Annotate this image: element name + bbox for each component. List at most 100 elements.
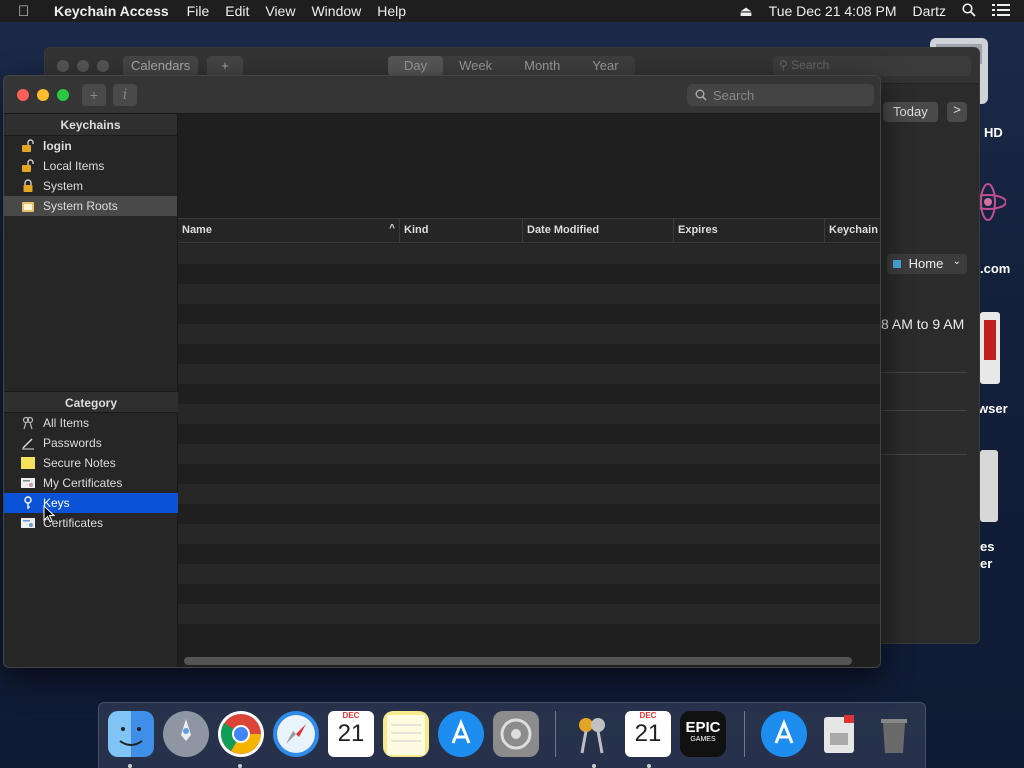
app-menu[interactable]: Keychain Access <box>54 3 169 19</box>
view-month-tab[interactable]: Month <box>508 56 576 76</box>
keychain-access-icon[interactable] <box>570 711 616 757</box>
table-row <box>178 444 880 464</box>
keychain-label: System <box>43 179 84 193</box>
divider <box>881 410 967 411</box>
items-pane: Name ^ Kind Date Modified Expires Keycha… <box>178 114 880 667</box>
table-row <box>178 304 880 324</box>
table-header: Name ^ Kind Date Modified Expires Keycha… <box>178 219 880 243</box>
info-button[interactable]: i <box>113 84 137 106</box>
calendars-button[interactable]: Calendars <box>123 56 199 76</box>
column-keychain[interactable]: Keychain <box>825 219 880 242</box>
file-icon[interactable] <box>978 448 1000 526</box>
chevron-down-icon: ⌄ <box>952 256 961 267</box>
keychain-item-local-items[interactable]: Local Items <box>4 156 177 176</box>
system-preferences-icon[interactable] <box>493 711 539 757</box>
calendar-select[interactable]: Home ⌄ <box>887 254 967 274</box>
apple-menu-icon[interactable]:  <box>18 3 36 20</box>
table-row <box>178 564 880 584</box>
menu-bar:  Keychain Access File Edit View Window … <box>0 0 1024 22</box>
eject-icon[interactable]: ⏏ <box>739 3 752 20</box>
browser-app-icon[interactable] <box>978 310 1002 390</box>
app-store-icon[interactable] <box>438 711 484 757</box>
category-item-keys[interactable]: Keys <box>4 493 178 513</box>
today-button[interactable]: Today <box>883 102 938 122</box>
dock-divider <box>555 711 556 757</box>
epic-games-icon[interactable]: EPIC GAMES <box>680 711 726 757</box>
menu-view[interactable]: View <box>265 3 295 19</box>
category-item-all-items[interactable]: All Items <box>4 413 178 433</box>
add-item-button[interactable]: + <box>82 84 106 106</box>
category-item-certificates[interactable]: Certificates <box>4 513 178 533</box>
close-button[interactable] <box>17 89 29 101</box>
calendar-day: 21 <box>634 720 662 747</box>
calendar-app-icon[interactable]: DEC 21 <box>328 711 374 757</box>
calendar-search-field[interactable]: ⚲ Search <box>773 56 971 76</box>
menu-window[interactable]: Window <box>311 3 361 19</box>
notification-center-icon[interactable] <box>992 3 1010 20</box>
column-kind[interactable]: Kind <box>400 219 523 242</box>
calendar-add-button[interactable]: + <box>207 56 243 76</box>
column-expires[interactable]: Expires <box>674 219 825 242</box>
table-row <box>178 364 880 384</box>
minimize-button[interactable] <box>37 89 49 101</box>
category-label: Secure Notes <box>43 456 116 470</box>
item-info-area <box>178 114 880 219</box>
category-item-my-certificates[interactable]: My Certificates <box>4 473 178 493</box>
keychain-item-login[interactable]: login <box>4 136 177 156</box>
trash-icon[interactable] <box>871 711 917 757</box>
keychain-item-system-roots[interactable]: System Roots <box>4 196 177 216</box>
zoom-button[interactable] <box>57 89 69 101</box>
app-store-download-icon[interactable] <box>761 711 807 757</box>
desktop-label-es: es <box>980 539 995 554</box>
horizontal-scrollbar[interactable] <box>184 657 852 665</box>
desktop-label-com: .com <box>980 261 1011 276</box>
desktop-label-hd: HD <box>984 125 1003 140</box>
user-menu[interactable]: Dartz <box>913 3 946 19</box>
keychain-label: login <box>43 139 72 153</box>
calendar-window-controls[interactable] <box>57 60 109 72</box>
sidebar: Keychains login Local Items System Syste… <box>4 114 178 667</box>
category-item-passwords[interactable]: Passwords <box>4 433 178 453</box>
table-row <box>178 524 880 544</box>
keychain-label: Local Items <box>43 159 105 173</box>
calendar-select-label: Home <box>908 256 944 271</box>
all-items-icon <box>20 416 36 430</box>
note-icon <box>20 456 36 470</box>
epic-label: EPIC <box>685 719 721 736</box>
view-week-tab[interactable]: Week <box>443 56 508 76</box>
sort-ascending-icon: ^ <box>389 223 395 234</box>
clock[interactable]: Tue Dec 21 4:08 PM <box>769 3 897 19</box>
running-indicator <box>647 764 651 768</box>
category-section: Category All Items Passwords Secure Note… <box>4 391 178 533</box>
finder-icon[interactable] <box>108 711 154 757</box>
calendar-day: 21 <box>337 720 365 747</box>
category-item-secure-notes[interactable]: Secure Notes <box>4 453 178 473</box>
launchpad-icon[interactable] <box>163 711 209 757</box>
column-name[interactable]: Name ^ <box>178 219 400 242</box>
table-row <box>178 484 880 504</box>
keychain-item-system[interactable]: System <box>4 176 177 196</box>
view-year-tab[interactable]: Year <box>576 56 634 76</box>
dock-divider <box>744 711 745 757</box>
divider <box>881 372 967 373</box>
divider <box>881 454 967 455</box>
view-day-tab[interactable]: Day <box>388 56 444 76</box>
spotlight-icon[interactable] <box>962 2 976 20</box>
menu-help[interactable]: Help <box>377 3 406 19</box>
column-date-modified[interactable]: Date Modified <box>523 219 674 242</box>
menu-edit[interactable]: Edit <box>225 3 249 19</box>
keychain-window: + i Search Keychains login Local Items S… <box>3 75 881 668</box>
safari-icon[interactable] <box>273 711 319 757</box>
table-row <box>178 464 880 484</box>
notes-icon[interactable] <box>383 711 429 757</box>
table-row <box>178 264 880 284</box>
installer-icon[interactable] <box>816 711 862 757</box>
calendar-app-icon-running[interactable]: DEC 21 <box>625 711 671 757</box>
window-controls <box>17 89 69 101</box>
certificate-icon <box>20 476 36 490</box>
calendar-month: DEC <box>342 711 360 720</box>
next-button[interactable]: > <box>947 102 967 122</box>
chrome-icon[interactable] <box>218 711 264 757</box>
menu-file[interactable]: File <box>187 3 210 19</box>
search-field[interactable]: Search <box>687 84 874 106</box>
